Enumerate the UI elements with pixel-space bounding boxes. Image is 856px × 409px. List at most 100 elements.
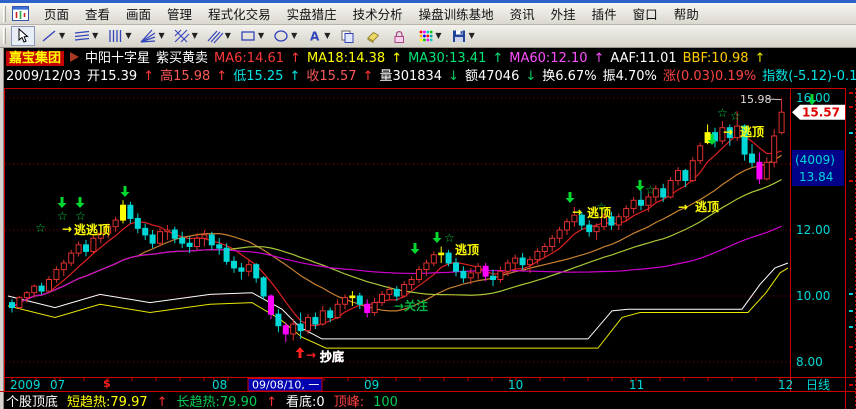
pointer-tool[interactable] xyxy=(11,26,35,46)
vertical-lines-tool[interactable]: ▼ xyxy=(103,26,134,46)
value-segment: ↑ xyxy=(289,69,301,84)
candle-body xyxy=(660,188,667,198)
buy-arrow-icon xyxy=(295,347,305,358)
gann-grid-tool[interactable]: ▼ xyxy=(170,26,201,46)
rectangle-tool[interactable]: ▼ xyxy=(236,26,267,46)
value-segment: ↓ xyxy=(448,69,459,84)
candle-body xyxy=(349,295,356,299)
candlestick-chart[interactable]: ☆☆ ☆☆☆☆☆ ☆→ 逃逃顶→ 抄底→关注逃顶→ 逃顶 → 逃顶→ 逃顶15.98$ 09/08… xyxy=(0,88,856,409)
candle-body xyxy=(430,254,437,264)
toolbar-grip[interactable] xyxy=(3,28,6,44)
status-bar: 个股顶底 短趋热:79.97 ↑ 长趋热:79.90 ↑ 看底:0 顶峰: 100 xyxy=(6,395,852,409)
scroll-strip-mark xyxy=(849,180,853,182)
candle-body xyxy=(763,161,770,180)
save-tool[interactable]: ▼ xyxy=(447,26,478,46)
drawing-toolbar: ▼ ▼ ▼ ▼ ▼ ▼ ▼ ▼ A ▼ ▼ ▼ xyxy=(0,25,856,48)
line-tool[interactable]: ▼ xyxy=(37,26,68,46)
value-segment: 短趋热:79.97 xyxy=(67,395,148,409)
candle-body xyxy=(231,260,237,269)
quote-line-2: 2009/12/03 开15.39 ↑ 高15.98 ↑ 低15.25 ↑ 收15.57 ↑ 量3… xyxy=(6,68,856,85)
dropdown-caret[interactable]: ▼ xyxy=(225,32,231,40)
value-segment: 收15.57 xyxy=(306,69,357,84)
menu-item-view[interactable]: 查看 xyxy=(77,5,118,24)
candle-body xyxy=(216,244,223,249)
value-segment: ↑ xyxy=(362,69,374,84)
channel-tool[interactable]: ▼ xyxy=(70,26,101,46)
ellipse-tool[interactable]: ▼ xyxy=(269,26,300,46)
menu-item-live-hunting[interactable]: 实盘猎庄 xyxy=(279,5,345,24)
candle-body xyxy=(645,196,652,206)
menu-item-manage[interactable]: 管理 xyxy=(159,5,200,24)
signal-label: 逃顶 xyxy=(587,205,611,220)
value-segment: ↑ xyxy=(593,51,605,66)
dropdown-caret[interactable]: ▼ xyxy=(258,32,264,40)
candle-body xyxy=(194,237,200,247)
value-segment: 涨(0.03)0.19% xyxy=(662,69,757,84)
child-window-icon[interactable] xyxy=(12,6,30,22)
text-tool[interactable]: A ▼ xyxy=(302,26,333,46)
dropdown-caret[interactable]: ▼ xyxy=(158,32,164,40)
lock-tool[interactable] xyxy=(387,26,411,46)
dropdown-caret[interactable]: ▼ xyxy=(324,32,330,40)
candle-body xyxy=(53,269,60,281)
tool-items: ▼ ▼ ▼ ▼ ▼ ▼ ▼ ▼ A ▼ ▼ ▼ xyxy=(10,26,479,46)
copy-tool[interactable] xyxy=(335,26,359,46)
value-segment: ↑ xyxy=(391,51,403,66)
dropdown-caret[interactable]: ▼ xyxy=(125,32,131,40)
split-marker: $ xyxy=(103,377,111,390)
candle-body xyxy=(453,262,459,272)
menu-item-window[interactable]: 窗口 xyxy=(625,5,666,24)
period-label[interactable]: 日线 xyxy=(806,378,830,392)
stock-name-badge[interactable]: 嘉宝集团 xyxy=(6,51,65,66)
value-segment: MA60:12.10 xyxy=(509,51,588,66)
dropdown-caret[interactable]: ▼ xyxy=(92,32,98,40)
candle-body xyxy=(327,310,334,318)
star-signal: ☆ xyxy=(75,209,86,223)
sell-arrow-icon xyxy=(432,232,442,243)
candle-body xyxy=(460,270,467,279)
fan-lines-tool[interactable]: ▼ xyxy=(136,26,167,46)
value-segment: 个股顶底 xyxy=(6,395,59,409)
menu-item-addons[interactable]: 外挂 xyxy=(543,5,584,24)
menu-item-plugins[interactable]: 插件 xyxy=(584,5,625,24)
candle-body xyxy=(534,250,541,261)
menubar-grip[interactable] xyxy=(3,5,6,22)
candle-body xyxy=(749,153,755,163)
value-segment: 高15.98 xyxy=(160,69,211,84)
eraser-tool[interactable] xyxy=(361,26,385,46)
menu-item-news[interactable]: 资讯 xyxy=(502,5,543,24)
menu-bar: 页面 查看 画面 管理 程式化交易 实盘猎庄 技术分析 操盘训练基地 资讯 外挂 插件 窗口 帮助 xyxy=(0,3,856,25)
dropdown-caret[interactable]: ▼ xyxy=(435,32,441,40)
value-segment: BBF:10.98 xyxy=(682,51,749,66)
scroll-strip-mark xyxy=(849,310,853,312)
candle-body xyxy=(467,272,474,279)
scroll-strip-mark xyxy=(849,293,853,295)
dropdown-caret[interactable]: ▼ xyxy=(59,32,65,40)
palette-tool[interactable]: ▼ xyxy=(413,26,444,46)
value-segment: 紫买黄卖 xyxy=(156,51,209,66)
signal-label: 逃逃顶 xyxy=(74,222,110,237)
quote-panel: 嘉宝集团 中阳十字星 紫买黄卖 MA6:14.61 ↑ MA18:14.38 ↑ MA30:1… xyxy=(0,48,856,88)
menu-item-page[interactable]: 页面 xyxy=(36,5,77,24)
candle-body xyxy=(120,204,126,221)
candle-body xyxy=(23,292,30,299)
candle-body xyxy=(667,180,674,198)
menu-item-training-base[interactable]: 操盘训练基地 xyxy=(411,5,502,24)
star-signal: ☆ xyxy=(57,209,68,223)
value-segment: AAF:11.01 xyxy=(610,51,677,66)
candle-body xyxy=(112,219,119,228)
star-signal: ☆ xyxy=(717,106,728,120)
candle-body xyxy=(586,224,593,233)
menu-item-help[interactable]: 帮助 xyxy=(666,5,707,24)
candle-body xyxy=(408,279,415,285)
menu-item-technical-analysis[interactable]: 技术分析 xyxy=(345,5,411,24)
dropdown-caret[interactable]: ▼ xyxy=(192,32,198,40)
dropdown-caret[interactable]: ▼ xyxy=(469,32,475,40)
candle-body xyxy=(564,221,570,231)
y-axis-label: 12.00 xyxy=(796,223,830,237)
menu-item-screen[interactable]: 画面 xyxy=(118,5,159,24)
parallel-lines-tool[interactable]: ▼ xyxy=(203,26,234,46)
dropdown-caret[interactable]: ▼ xyxy=(291,32,297,40)
value-segment: 开15.39 xyxy=(86,69,138,84)
menu-item-program-trading[interactable]: 程式化交易 xyxy=(200,5,279,24)
